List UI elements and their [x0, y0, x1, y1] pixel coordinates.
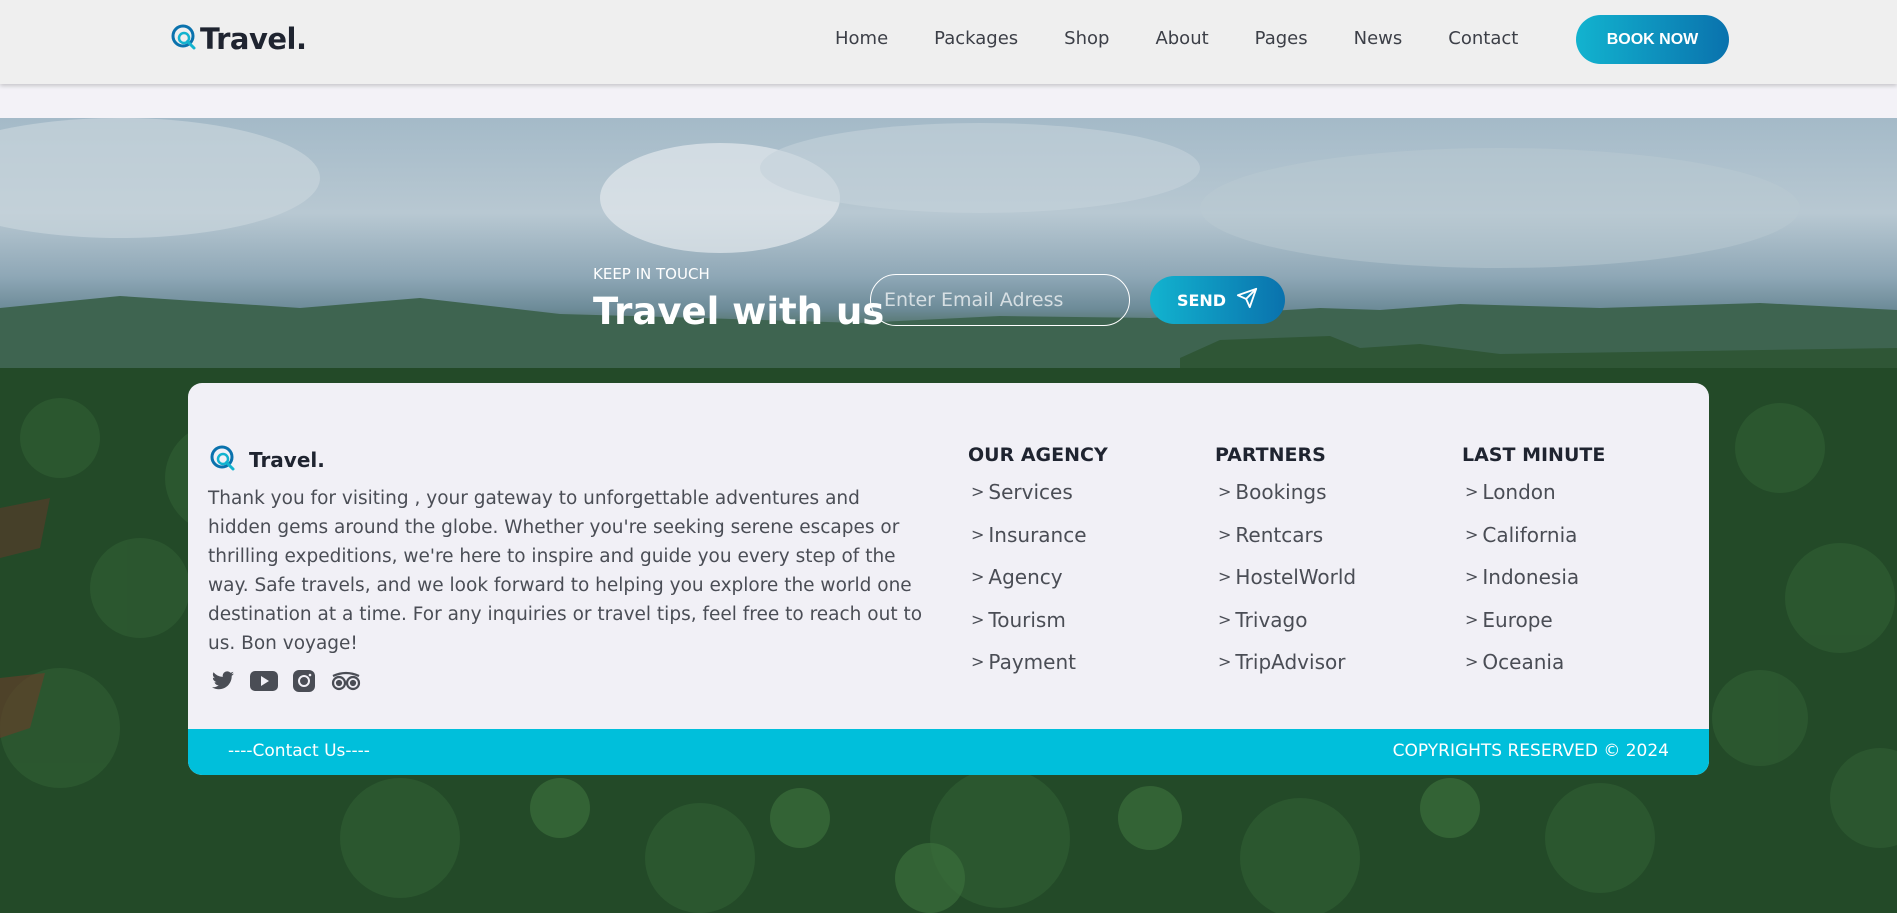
footer-col-agency: OUR AGENCY > Services > Insurance > Agency … — [968, 444, 1108, 693]
footer-link[interactable]: > Indonesia — [1462, 565, 1605, 608]
globe-search-icon — [209, 444, 237, 476]
footer-link[interactable]: > Trivago — [1215, 608, 1356, 651]
site-logo[interactable]: Travel. — [170, 22, 307, 56]
newsletter-eyebrow: KEEP IN TOUCH — [593, 265, 710, 283]
link-label: London — [1482, 480, 1556, 504]
send-button[interactable]: SEND — [1150, 276, 1285, 324]
twitter-icon[interactable] — [210, 669, 236, 697]
footer-link[interactable]: > California — [1462, 523, 1605, 566]
chevron-right-icon: > — [1218, 482, 1232, 501]
footer-link[interactable]: > TripAdvisor — [1215, 650, 1356, 693]
chevron-right-icon: > — [1218, 524, 1232, 544]
chevron-right-icon: > — [971, 482, 985, 501]
footer-link[interactable]: > Payment — [968, 650, 1108, 693]
nav-pages[interactable]: Pages — [1255, 28, 1308, 49]
copyright-text: COPYRIGHTS RESERVED © 2024 — [1392, 741, 1669, 761]
contact-us-link[interactable]: ----Contact Us---- — [228, 741, 370, 761]
link-label: Europe — [1482, 607, 1553, 632]
chevron-right-icon: > — [971, 567, 985, 586]
chevron-right-icon: > — [1465, 567, 1479, 586]
nav-packages[interactable]: Packages — [934, 28, 1018, 49]
chevron-right-icon: > — [1465, 609, 1479, 629]
footer-link[interactable]: > Insurance — [968, 523, 1108, 566]
footer-link[interactable]: > London — [1462, 480, 1605, 523]
site-header: Travel. Home Packages Shop About Pages N… — [0, 0, 1897, 84]
header-spacer — [0, 84, 1897, 118]
instagram-icon[interactable] — [292, 669, 316, 697]
link-label: Payment — [988, 650, 1076, 674]
chevron-right-icon: > — [1465, 524, 1479, 544]
main-nav: Home Packages Shop About Pages News Cont… — [835, 28, 1564, 49]
chevron-right-icon: > — [1218, 652, 1232, 671]
chevron-right-icon: > — [1218, 567, 1232, 586]
send-label: SEND — [1176, 290, 1227, 310]
footer-link[interactable]: > Oceania — [1462, 650, 1605, 693]
link-label: Indonesia — [1482, 565, 1580, 589]
footer-col-partners: PARTNERS > Bookings > Rentcars > HostelWorl… — [1215, 444, 1356, 693]
chevron-right-icon: > — [1465, 652, 1479, 671]
link-label: Insurance — [988, 522, 1087, 547]
chevron-right-icon: > — [971, 524, 985, 544]
nav-contact[interactable]: Contact — [1448, 28, 1518, 49]
nav-home[interactable]: Home — [835, 28, 888, 49]
footer-link[interactable]: > Services — [968, 480, 1108, 523]
chevron-right-icon: > — [971, 609, 985, 629]
footer-link[interactable]: > Tourism — [968, 608, 1108, 651]
footer-card: Travel. Thank you for visiting , your ga… — [188, 383, 1709, 775]
footer-link[interactable]: > HostelWorld — [1215, 565, 1356, 608]
link-label: Trivago — [1235, 607, 1308, 632]
col-heading: OUR AGENCY — [968, 444, 1108, 466]
chevron-right-icon: > — [1465, 482, 1479, 501]
link-label: Tourism — [988, 607, 1066, 632]
link-label: Agency — [988, 565, 1063, 589]
social-links — [210, 669, 376, 697]
chevron-right-icon: > — [971, 652, 985, 671]
link-label: Services — [988, 480, 1073, 504]
footer-link[interactable]: > Agency — [968, 565, 1108, 608]
nav-about[interactable]: About — [1155, 28, 1208, 49]
newsletter-title: Travel with us — [593, 290, 885, 333]
paper-plane-icon — [1226, 287, 1258, 313]
book-now-button[interactable]: BOOK NOW — [1576, 15, 1729, 64]
footer-col-last-minute: LAST MINUTE > London > California > Indones… — [1462, 444, 1605, 693]
tripadvisor-icon[interactable] — [330, 670, 362, 696]
footer-logo[interactable]: Travel. — [209, 444, 325, 476]
footer-about-text: Thank you for visiting , your gateway to… — [208, 488, 923, 654]
nav-news[interactable]: News — [1354, 28, 1403, 49]
col-heading: LAST MINUTE — [1462, 444, 1606, 466]
link-label: HostelWorld — [1235, 565, 1357, 589]
link-label: Bookings — [1235, 480, 1327, 504]
footer-logo-text: Travel. — [249, 448, 325, 472]
nav-shop[interactable]: Shop — [1064, 28, 1109, 49]
email-input[interactable]: Enter Email Adress — [870, 274, 1130, 326]
email-placeholder: Enter Email Adress — [884, 289, 1064, 311]
footer-link[interactable]: > Europe — [1462, 608, 1605, 651]
footer-link[interactable]: > Bookings — [1215, 480, 1356, 523]
footer-link[interactable]: > Rentcars — [1215, 523, 1356, 566]
link-label: California — [1482, 522, 1578, 547]
link-label: Oceania — [1482, 650, 1565, 674]
link-label: TripAdvisor — [1235, 650, 1346, 674]
footer-bottom-bar: ----Contact Us---- COPYRIGHTS RESERVED ©… — [188, 729, 1709, 775]
globe-search-icon — [170, 23, 198, 55]
col-heading: PARTNERS — [1215, 444, 1326, 466]
chevron-right-icon: > — [1218, 609, 1232, 629]
logo-text: Travel. — [200, 22, 307, 56]
link-label: Rentcars — [1235, 522, 1324, 547]
youtube-icon[interactable] — [250, 670, 278, 696]
